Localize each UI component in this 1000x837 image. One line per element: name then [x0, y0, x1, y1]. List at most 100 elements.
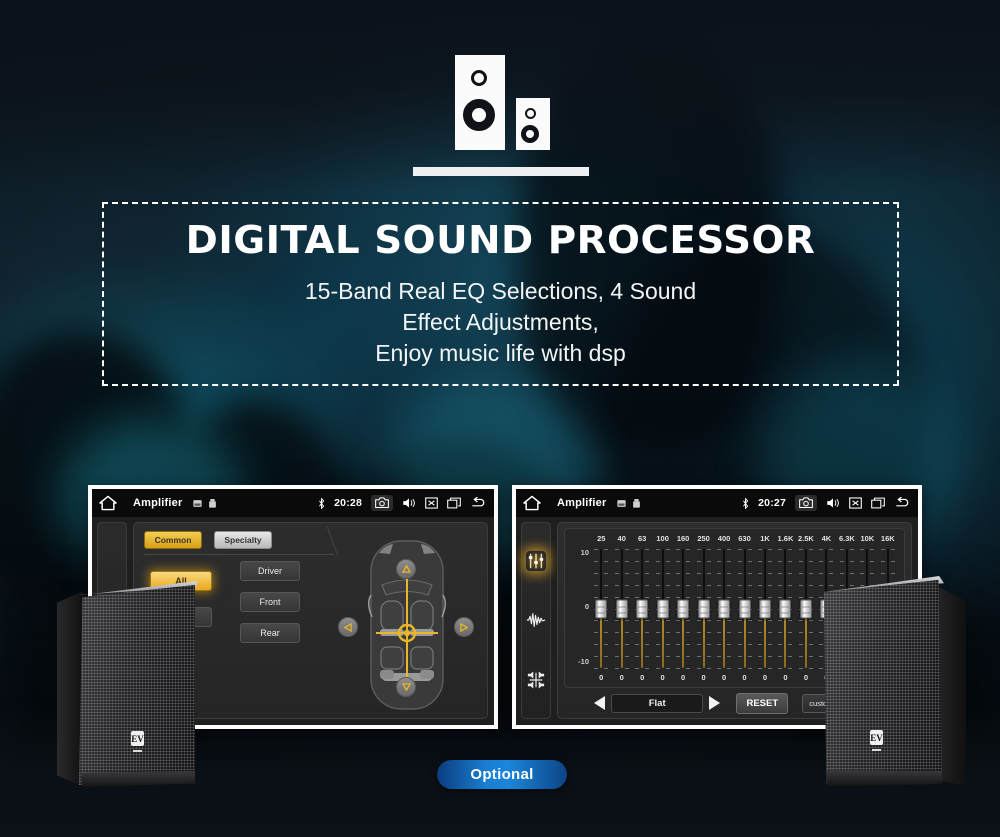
position-down-button[interactable] — [396, 677, 416, 697]
eq-band-slider[interactable] — [714, 545, 734, 672]
recents-icon[interactable] — [871, 497, 885, 509]
statusbar-left: Amplifier 20:28 — [92, 489, 494, 517]
eq-band[interactable]: 250 0 — [693, 533, 713, 684]
rail-item-surround-balance[interactable] — [526, 670, 546, 690]
tab-specialty[interactable]: Specialty — [214, 531, 272, 549]
eq-band-slider[interactable] — [796, 545, 816, 672]
back-arrow-icon[interactable] — [894, 497, 911, 509]
eq-band-frequency: 10K — [860, 534, 875, 543]
hero-subtitle-line-2: Effect Adjustments, — [402, 309, 599, 335]
position-right-button[interactable] — [454, 617, 474, 637]
eq-slider-thumb[interactable] — [636, 599, 649, 618]
battery-icon — [209, 498, 217, 508]
eq-band-frequency: 250 — [697, 534, 710, 543]
y-label-minus10: -10 — [578, 657, 589, 666]
y-label-plus10: 10 — [580, 548, 589, 557]
zone-button-driver[interactable]: Driver — [240, 561, 300, 581]
eq-band-slider[interactable] — [775, 545, 795, 672]
eq-band[interactable]: 100 0 — [652, 533, 672, 684]
eq-band[interactable]: 160 0 — [673, 533, 693, 684]
rail-item-equalizer-right[interactable] — [526, 550, 546, 571]
eq-band-frequency: 4K — [821, 534, 832, 543]
zone-button-rear[interactable]: Rear — [240, 623, 300, 643]
pa-speaker-left: EV — [57, 575, 197, 793]
eq-slider-thumb[interactable] — [718, 599, 731, 618]
eq-band-value: 0 — [619, 673, 624, 682]
camera-button-right[interactable] — [795, 495, 817, 511]
reset-button[interactable]: RESET — [736, 692, 789, 714]
ev-brand-logo: EV — [131, 731, 144, 746]
eq-band[interactable]: 40 0 — [611, 533, 631, 684]
next-preset-arrow[interactable] — [709, 696, 721, 710]
hero-divider-bar — [413, 167, 589, 176]
close-box-icon[interactable] — [849, 497, 862, 509]
app-title-left: Amplifier — [133, 497, 183, 509]
eq-band-frequency: 25 — [597, 534, 606, 543]
prev-preset-arrow[interactable] — [594, 696, 605, 710]
bluetooth-icon — [743, 497, 749, 509]
position-up-button[interactable] — [396, 559, 416, 579]
page-title: DIGITAL SOUND PROCESSOR — [185, 218, 816, 262]
eq-band-slider[interactable] — [652, 545, 672, 672]
eq-band-frequency: 630 — [738, 534, 751, 543]
eq-band[interactable]: 1.6K 0 — [775, 533, 795, 684]
eq-band-slider[interactable] — [673, 545, 693, 672]
eq-band-slider[interactable] — [591, 545, 611, 672]
rail-item-waveform[interactable] — [526, 610, 546, 630]
back-arrow-icon[interactable] — [470, 497, 487, 509]
eq-band-slider[interactable] — [755, 545, 775, 672]
up-arrow-icon — [401, 565, 411, 573]
eq-band[interactable]: 400 0 — [714, 533, 734, 684]
eq-band[interactable]: 2.5K 0 — [796, 533, 816, 684]
ev-brand-logo: EV — [870, 730, 883, 745]
eq-slider-thumb[interactable] — [758, 599, 771, 618]
eq-band[interactable]: 630 0 — [734, 533, 754, 684]
home-icon[interactable] — [523, 495, 541, 511]
position-left-button[interactable] — [338, 617, 358, 637]
camera-button-left[interactable] — [371, 495, 393, 511]
eq-slider-thumb[interactable] — [779, 599, 792, 618]
eq-band-frequency: 6.3K — [838, 534, 855, 543]
car-seat-position-diagram[interactable] — [332, 537, 482, 713]
eq-slider-thumb[interactable] — [697, 599, 710, 618]
preset-display[interactable]: Flat — [611, 693, 704, 713]
sd-card-icon — [193, 499, 203, 507]
hero-subtitle-line-3: Enjoy music life with dsp — [375, 340, 626, 366]
home-icon[interactable] — [99, 495, 117, 511]
volume-icon[interactable] — [826, 497, 840, 509]
recents-icon[interactable] — [447, 497, 461, 509]
eq-band-value: 0 — [681, 673, 686, 682]
close-box-icon[interactable] — [425, 497, 438, 509]
pa-speaker-right: EV — [818, 572, 966, 794]
eq-band[interactable]: 63 0 — [632, 533, 652, 684]
eq-slider-thumb[interactable] — [595, 599, 608, 618]
optional-badge[interactable]: Optional — [437, 760, 567, 789]
clock-left: 20:28 — [334, 497, 362, 509]
app-title-right: Amplifier — [557, 497, 607, 509]
zone-column: Driver Front Rear — [240, 561, 300, 643]
right-arrow-icon — [460, 622, 468, 632]
eq-slider-thumb[interactable] — [677, 599, 690, 618]
eq-band[interactable]: 1K 0 — [755, 533, 775, 684]
volume-icon[interactable] — [402, 497, 416, 509]
zone-button-front[interactable]: Front — [240, 592, 300, 612]
promo-page: DIGITAL SOUND PROCESSOR 15-Band Real EQ … — [0, 0, 1000, 837]
battery-icon — [633, 498, 641, 508]
eq-slider-thumb[interactable] — [799, 599, 812, 618]
hero-callout-box: DIGITAL SOUND PROCESSOR 15-Band Real EQ … — [102, 202, 899, 386]
eq-band-value: 0 — [783, 673, 788, 682]
eq-band-slider[interactable] — [632, 545, 652, 672]
eq-band-slider[interactable] — [693, 545, 713, 672]
tab-common[interactable]: Common — [144, 531, 202, 549]
eq-band-frequency: 2.5K — [798, 534, 814, 543]
dual-speaker-icon — [455, 55, 570, 155]
eq-slider-thumb[interactable] — [615, 599, 628, 618]
eq-band[interactable]: 25 0 — [591, 533, 611, 684]
eq-slider-thumb[interactable] — [656, 599, 669, 618]
eq-band-slider[interactable] — [734, 545, 754, 672]
eq-band-frequency: 16K — [880, 534, 895, 543]
eq-band-frequency: 1.6K — [777, 534, 794, 543]
eq-band-slider[interactable] — [611, 545, 631, 672]
eq-slider-thumb[interactable] — [738, 599, 751, 618]
eq-band-frequency: 400 — [717, 534, 731, 543]
